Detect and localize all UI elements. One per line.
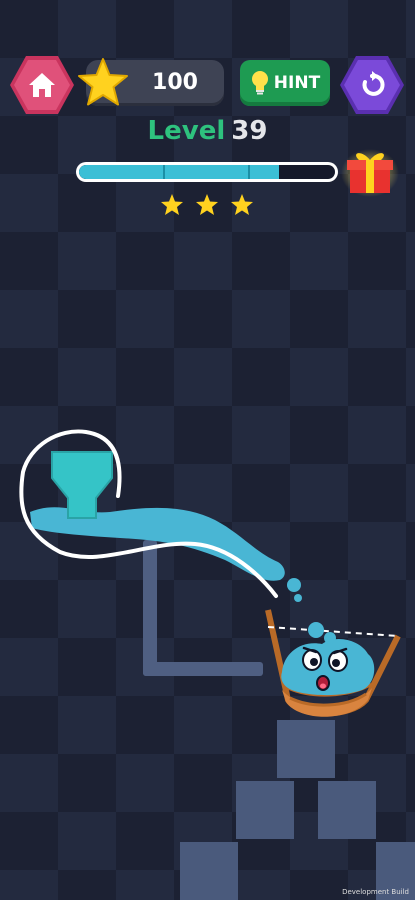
platform-horizontal [143, 662, 263, 676]
block-stack [180, 720, 415, 900]
water-drop [294, 594, 302, 602]
water-drop [287, 578, 301, 592]
build-watermark: Development Build [342, 888, 409, 896]
game-scene[interactable] [0, 0, 415, 900]
platform-vertical [143, 540, 157, 676]
